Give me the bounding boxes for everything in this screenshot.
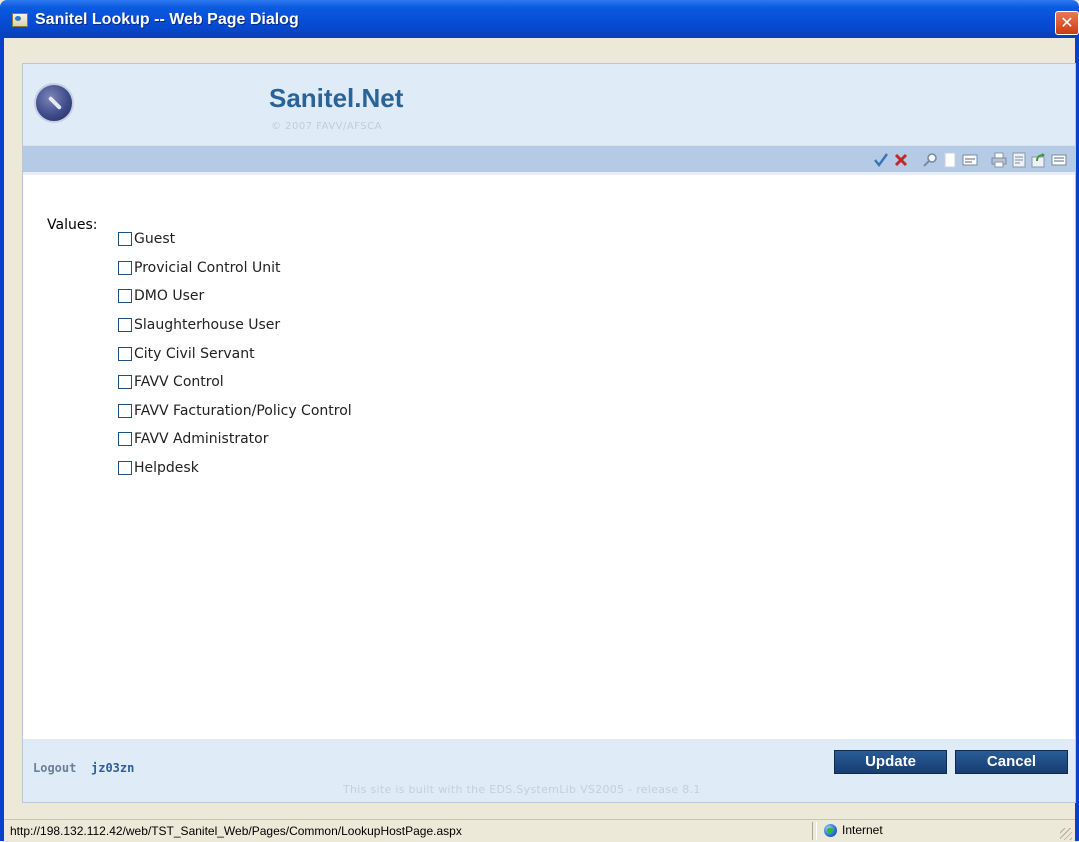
value-option-label: FAVV Facturation/Policy Control xyxy=(134,402,352,419)
value-option-label: Guest xyxy=(134,231,176,248)
value-checkbox[interactable] xyxy=(118,260,132,275)
values-checkbox-list: Guest Provicial Control Unit DMO User Slaug… xyxy=(118,225,352,482)
status-bar: http://198.132.112.42/web/TST_Sanitel_We… xyxy=(4,819,1075,842)
page-header: Sanitel.Net © 2007 FAVV/AFSCA xyxy=(23,64,1075,145)
globe-icon xyxy=(824,823,837,837)
value-checkbox[interactable] xyxy=(118,375,132,390)
status-divider xyxy=(812,822,813,840)
save-icon[interactable] xyxy=(1010,151,1027,169)
value-checkbox[interactable] xyxy=(118,461,132,476)
toolbar-icons xyxy=(872,150,1067,170)
title-bar[interactable]: Sanitel Lookup -- Web Page Dialog ✕ xyxy=(0,0,1079,38)
checkmark-icon[interactable] xyxy=(872,151,889,169)
window-title: Sanitel Lookup -- Web Page Dialog xyxy=(35,11,299,28)
value-checkbox[interactable] xyxy=(118,346,132,361)
cancel-button[interactable]: Cancel xyxy=(955,750,1068,774)
value-option[interactable]: FAVV Administrator xyxy=(118,425,352,454)
value-checkbox[interactable] xyxy=(118,403,132,418)
value-checkbox[interactable] xyxy=(118,289,132,304)
value-option-label: DMO User xyxy=(134,288,205,305)
security-zone: Internet xyxy=(824,823,883,837)
value-checkbox[interactable] xyxy=(118,432,132,447)
toolbar xyxy=(23,145,1075,175)
zone-label: Internet xyxy=(842,823,883,837)
resize-grip[interactable] xyxy=(1060,828,1072,840)
list-icon[interactable] xyxy=(1050,151,1067,169)
page-footer: Logout jz03zn Update Cancel This site is… xyxy=(23,739,1075,802)
value-option[interactable]: Slaughterhouse User xyxy=(118,311,352,340)
value-option[interactable]: DMO User xyxy=(118,282,352,311)
close-button[interactable]: ✕ xyxy=(1055,11,1079,35)
delete-icon[interactable] xyxy=(892,151,909,169)
value-option[interactable]: Guest xyxy=(118,225,352,254)
value-option[interactable]: Helpdesk xyxy=(118,454,352,483)
print-icon[interactable] xyxy=(990,151,1007,169)
window-frame-left xyxy=(0,38,4,841)
built-with-note: This site is built with the EDS.SystemLi… xyxy=(343,783,701,796)
ie-page-icon xyxy=(12,13,28,27)
value-option-label: Provicial Control Unit xyxy=(134,259,281,276)
dialog-page: Sanitel.Net © 2007 FAVV/AFSCA Values: Gu… xyxy=(22,63,1076,803)
values-label: Values: xyxy=(47,217,98,233)
value-option[interactable]: City Civil Servant xyxy=(118,339,352,368)
search-icon[interactable] xyxy=(921,151,938,169)
value-option-label: Slaughterhouse User xyxy=(134,317,281,334)
sanitel-logo xyxy=(34,83,74,123)
brand-title: Sanitel.Net xyxy=(269,83,404,113)
brand-subtitle: © 2007 FAVV/AFSCA xyxy=(271,121,382,132)
new-document-icon[interactable] xyxy=(941,151,958,169)
update-button[interactable]: Update xyxy=(834,750,947,774)
logout-link[interactable]: Logout xyxy=(33,761,76,775)
value-checkbox[interactable] xyxy=(118,318,132,333)
form-icon[interactable] xyxy=(961,151,978,169)
status-divider xyxy=(816,822,817,840)
value-option[interactable]: FAVV Control xyxy=(118,368,352,397)
value-option-label: Helpdesk xyxy=(134,460,199,477)
export-icon[interactable] xyxy=(1030,151,1047,169)
value-option[interactable]: FAVV Facturation/Policy Control xyxy=(118,397,352,426)
value-option-label: City Civil Servant xyxy=(134,345,255,362)
status-url: http://198.132.112.42/web/TST_Sanitel_We… xyxy=(10,824,462,838)
username: jz03zn xyxy=(91,761,135,775)
value-option-label: FAVV Control xyxy=(134,374,224,391)
value-option-label: FAVV Administrator xyxy=(134,431,269,448)
value-option[interactable]: Provicial Control Unit xyxy=(118,254,352,283)
value-checkbox[interactable] xyxy=(118,232,132,247)
